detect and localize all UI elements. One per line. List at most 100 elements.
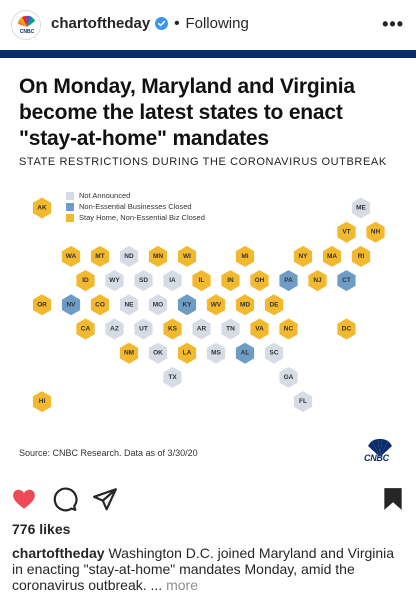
state-hex-mo: MO (148, 294, 168, 316)
state-hex-label: TN (226, 326, 235, 333)
map-legend: Not Announced Non-Essential Businesses Cl… (66, 190, 205, 223)
state-hex-label: NY (298, 253, 308, 260)
state-hex-fl: FL (293, 391, 313, 413)
state-hex-id: ID (76, 270, 95, 292)
likes-count[interactable]: 776 likes (12, 521, 70, 537)
state-hex-label: CT (342, 277, 351, 284)
state-hex-map: AK ME VT NH WA MT ND MN WI MI NY MA RI ID WY SD IA IL IN OH… (32, 197, 385, 413)
state-hex-ut: UT (134, 318, 153, 340)
state-hex-label: TX (168, 374, 177, 381)
state-hex-nj: NJ (308, 270, 327, 292)
caption-username[interactable]: chartoftheday (12, 545, 105, 561)
state-hex-nv: NV (61, 294, 81, 316)
state-hex-ne: NE (119, 294, 139, 316)
state-hex-label: VT (342, 229, 350, 236)
state-hex-oh: OH (250, 270, 269, 292)
state-hex-mt: MT (90, 245, 110, 267)
state-hex-label: IN (227, 277, 234, 284)
state-hex-il: IL (192, 270, 211, 292)
legend-label: Stay Home, Non-Essential Biz Closed (79, 213, 205, 222)
state-hex-label: OK (153, 350, 163, 357)
legend-swatch (66, 202, 74, 211)
state-hex-label: MT (95, 253, 104, 260)
state-hex-label: DE (269, 301, 279, 308)
state-hex-label: UT (139, 326, 148, 333)
state-hex-la: LA (177, 342, 197, 364)
legend-item: Not Announced (66, 190, 205, 201)
state-hex-vt: VT (337, 221, 356, 243)
state-hex-sc: SC (264, 342, 284, 364)
state-hex-label: MO (153, 301, 163, 308)
state-hex-ga: GA (279, 366, 298, 388)
state-hex-ri: RI (351, 245, 371, 267)
state-hex-tn: TN (221, 318, 240, 340)
cnbc-logo-text: CNBC (364, 453, 389, 463)
legend-label: Not Announced (79, 191, 131, 200)
state-hex-ks: KS (163, 318, 182, 340)
state-hex-label: WV (211, 301, 222, 308)
share-direct-icon[interactable] (92, 486, 118, 512)
legend-label: Non-Essential Businesses Closed (79, 202, 192, 211)
state-hex-label: RI (358, 253, 365, 260)
state-hex-ma: MA (322, 245, 342, 267)
separator-dot: • (174, 15, 180, 32)
action-bar (0, 480, 416, 520)
state-hex-md: MD (235, 294, 255, 316)
legend-item: Non-Essential Businesses Closed (66, 201, 205, 212)
state-hex-label: AR (197, 326, 207, 333)
avatar[interactable]: CNBC (11, 10, 41, 40)
state-hex-label: HI (39, 398, 46, 405)
state-hex-tx: TX (163, 366, 182, 388)
state-hex-label: WI (183, 253, 191, 260)
state-hex-label: GA (284, 374, 294, 381)
state-hex-me: ME (351, 197, 371, 219)
post-image[interactable]: On Monday, Maryland and Virginia become … (0, 50, 416, 480)
state-hex-al: AL (235, 342, 255, 364)
state-hex-label: MD (240, 301, 250, 308)
state-hex-label: NC (284, 326, 294, 333)
state-hex-label: VA (255, 326, 264, 333)
state-hex-label: NM (124, 350, 134, 357)
state-hex-hi: HI (32, 391, 52, 413)
state-hex-label: MI (241, 253, 248, 260)
chart-source: Source: CNBC Research. Data as of 3/30/2… (19, 448, 198, 458)
state-hex-label: SC (269, 350, 278, 357)
comment-icon[interactable] (52, 486, 78, 512)
state-hex-label: ID (82, 277, 89, 284)
state-hex-ar: AR (192, 318, 211, 340)
state-hex-label: MS (211, 350, 221, 357)
state-hex-ok: OK (148, 342, 168, 364)
more-options-button[interactable]: ••• (382, 14, 404, 35)
post-header: CNBC chartoftheday • Following ••• (0, 0, 416, 50)
state-hex-ak: AK (32, 197, 52, 219)
state-hex-label: OH (255, 277, 265, 284)
state-hex-label: AZ (110, 326, 119, 333)
save-bookmark-icon[interactable] (380, 486, 406, 512)
caption-more-link[interactable]: more (166, 577, 198, 593)
state-hex-de: DE (264, 294, 284, 316)
cnbc-peacock-icon: CNBC (13, 12, 40, 39)
state-hex-label: CA (81, 326, 91, 333)
state-hex-label: NH (371, 229, 381, 236)
state-hex-ny: NY (293, 245, 313, 267)
state-hex-label: PA (284, 277, 293, 284)
like-heart-icon[interactable] (11, 486, 37, 512)
state-hex-label: SD (139, 277, 148, 284)
post-caption: chartoftheday Washington D.C. joined Mar… (12, 545, 407, 593)
following-button[interactable]: Following (185, 15, 248, 32)
state-hex-label: NV (66, 301, 76, 308)
state-hex-dc: DC (337, 318, 356, 340)
state-hex-sd: SD (134, 270, 153, 292)
state-hex-pa: PA (279, 270, 298, 292)
state-hex-ia: IA (163, 270, 182, 292)
state-hex-ms: MS (206, 342, 226, 364)
legend-swatch (66, 191, 74, 200)
state-hex-mn: MN (148, 245, 168, 267)
state-hex-label: MN (153, 253, 163, 260)
state-hex-wi: WI (177, 245, 197, 267)
state-hex-ky: KY (177, 294, 197, 316)
state-hex-label: AL (241, 350, 250, 357)
state-hex-va: VA (250, 318, 269, 340)
username[interactable]: chartoftheday (51, 15, 150, 32)
state-hex-label: KS (168, 326, 178, 333)
